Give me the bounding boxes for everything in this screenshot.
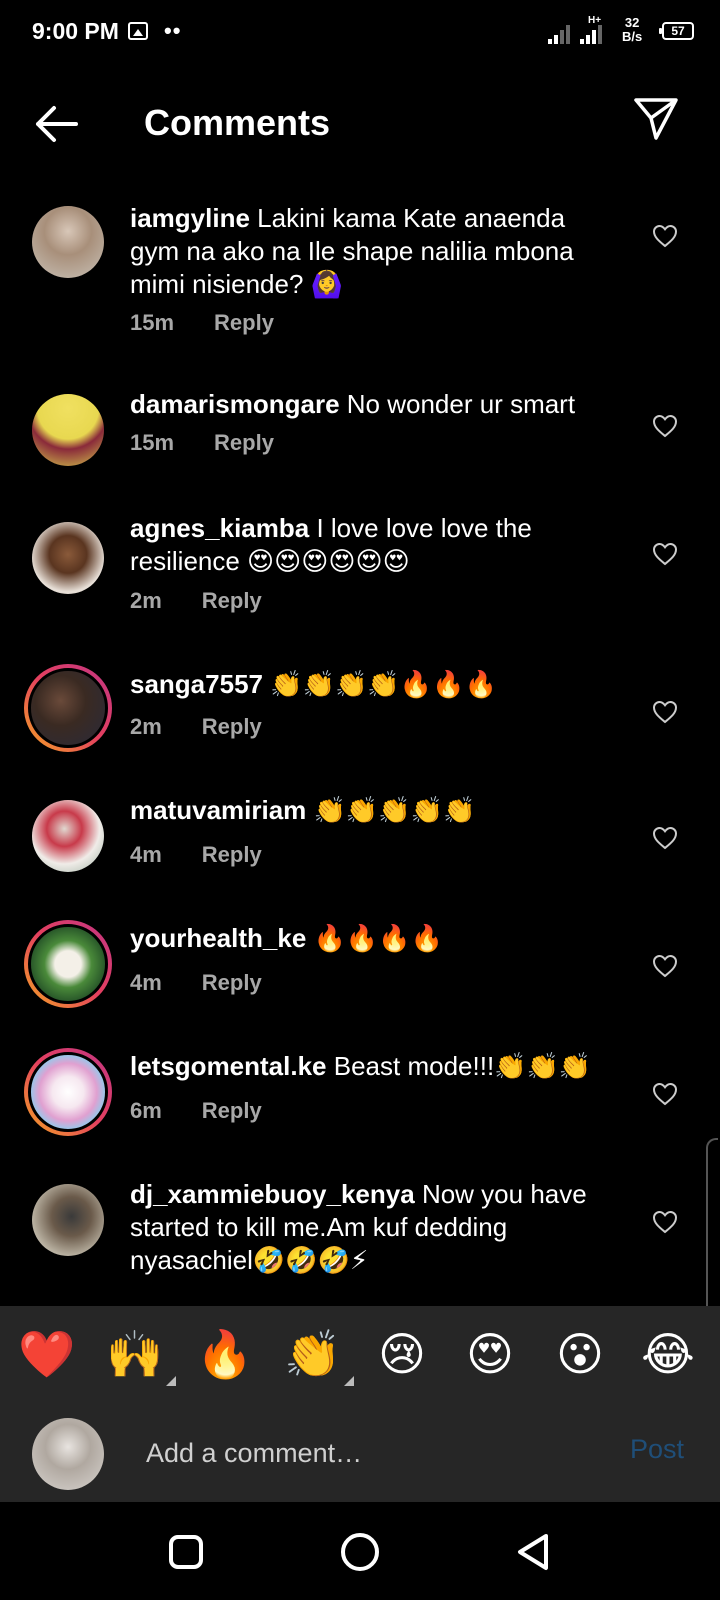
speed-value: 32 <box>624 15 640 30</box>
comment-body: yourhealth_ke 🔥🔥🔥🔥 <box>130 922 620 955</box>
notification-dots: •• <box>164 18 182 43</box>
reply-button[interactable]: Reply <box>214 430 274 455</box>
comment-body: iamgyline Lakini kama Kate anaenda gym n… <box>130 202 620 301</box>
comment-username[interactable]: damarismongare <box>130 389 340 419</box>
comment-meta: 2m Reply <box>130 588 262 614</box>
post-button[interactable]: Post <box>630 1434 684 1465</box>
current-user-avatar <box>32 1418 104 1490</box>
comment-text: 👏👏👏👏🔥🔥🔥 <box>270 669 497 699</box>
heart-icon[interactable] <box>652 954 678 978</box>
recent-apps-icon[interactable] <box>164 1530 208 1574</box>
reply-button[interactable]: Reply <box>202 842 262 867</box>
status-bar: 9:00 PM •• H+ 32 B/s 57 <box>0 0 720 64</box>
heart-icon[interactable] <box>652 1210 678 1234</box>
comment-username[interactable]: letsgomental.ke <box>130 1051 327 1081</box>
comment-time: 15m <box>130 310 175 335</box>
quick-reactions-bar: ❤️ 🙌 🔥 👏 😢 😍 😮 😂 <box>0 1306 720 1404</box>
page-title: Comments <box>144 102 331 143</box>
avatar[interactable] <box>32 522 104 594</box>
comment-username[interactable]: dj_xammiebuoy_kenya <box>130 1179 415 1209</box>
header: Comments <box>0 80 720 166</box>
comment-meta: 15m Reply <box>130 430 274 456</box>
reaction-heart[interactable]: ❤️ <box>18 1326 75 1382</box>
signal-icon <box>548 24 574 44</box>
reaction-laughing[interactable]: 😂 <box>640 1326 696 1382</box>
scrollbar[interactable] <box>706 1138 718 1322</box>
comment-composer: Post <box>0 1404 720 1502</box>
reply-button[interactable]: Reply <box>214 310 274 335</box>
comment-time: 15m <box>130 430 175 455</box>
avatar[interactable] <box>32 1184 104 1256</box>
reaction-fire[interactable]: 🔥 <box>196 1326 253 1382</box>
comment-time: 4m <box>130 970 162 995</box>
avatar <box>28 924 108 1004</box>
comment-meta: 6m Reply <box>130 1098 262 1124</box>
reaction-surprised[interactable]: 😮 <box>552 1326 608 1382</box>
reply-button[interactable]: Reply <box>202 714 262 739</box>
heart-icon[interactable] <box>652 224 678 248</box>
avatar <box>28 1052 108 1132</box>
back-triangle-icon[interactable] <box>512 1530 556 1574</box>
reply-button[interactable]: Reply <box>202 970 262 995</box>
comment-body: matuvamiriam 👏👏👏👏👏 <box>130 794 620 827</box>
comment-text: 👏👏👏👏👏 <box>313 795 476 825</box>
avatar[interactable] <box>32 206 104 278</box>
reaction-raised-hands[interactable]: 🙌 <box>106 1326 176 1386</box>
reaction-clap[interactable]: 👏 <box>284 1326 354 1386</box>
comment-text: No wonder ur smart <box>346 389 576 419</box>
comment-body: sanga7557 👏👏👏👏🔥🔥🔥 <box>130 668 620 701</box>
comment-time: 2m <box>130 714 162 739</box>
comment-input[interactable] <box>144 1432 598 1474</box>
reaction-heart-eyes[interactable]: 😍 <box>462 1326 518 1382</box>
network-speed: 32 B/s <box>622 16 642 44</box>
comment-body: damarismongare No wonder ur smart <box>130 388 620 421</box>
home-icon[interactable] <box>338 1530 382 1574</box>
heart-icon[interactable] <box>652 414 678 438</box>
gallery-icon <box>128 22 148 40</box>
avatar[interactable] <box>32 800 104 872</box>
reply-button[interactable]: Reply <box>202 588 262 613</box>
status-time: 9:00 PM <box>32 18 119 44</box>
comment-list[interactable]: iamgyline Lakini kama Kate anaenda gym n… <box>0 184 720 1304</box>
comment-body: agnes_kiamba I love love love the resili… <box>130 512 620 578</box>
comment-meta: 2m Reply <box>130 714 262 740</box>
heart-icon[interactable] <box>652 1082 678 1106</box>
avatar[interactable] <box>32 394 104 466</box>
signal-icon-2 <box>580 24 606 44</box>
reaction-crying[interactable]: 😢 <box>374 1326 430 1382</box>
battery-icon: 57 <box>659 22 694 40</box>
comment-meta: 4m Reply <box>130 970 262 996</box>
arrow-left-icon[interactable] <box>32 102 80 146</box>
avatar-story-ring[interactable] <box>24 664 112 752</box>
avatar-story-ring[interactable] <box>24 920 112 1008</box>
heart-icon[interactable] <box>652 826 678 850</box>
system-nav-bar <box>0 1502 720 1600</box>
comment-username[interactable]: agnes_kiamba <box>130 513 309 543</box>
comment-username[interactable]: matuvamiriam <box>130 795 306 825</box>
comment-meta: 4m Reply <box>130 842 262 868</box>
comment-body: letsgomental.ke Beast mode!!!👏👏👏 <box>130 1050 620 1083</box>
comment-username[interactable]: yourhealth_ke <box>130 923 306 953</box>
heart-icon[interactable] <box>652 542 678 566</box>
comment-time: 6m <box>130 1098 162 1123</box>
comment-username[interactable]: sanga7557 <box>130 669 263 699</box>
paper-plane-icon[interactable] <box>632 96 680 142</box>
comment-text: Beast mode!!!👏👏👏 <box>333 1051 592 1081</box>
avatar <box>28 668 108 748</box>
comment-body: dj_xammiebuoy_kenya Now you have started… <box>130 1178 620 1277</box>
heart-icon[interactable] <box>652 700 678 724</box>
speed-unit: B/s <box>622 29 643 44</box>
comment-meta: 15m Reply <box>130 310 274 336</box>
reply-button[interactable]: Reply <box>202 1098 262 1123</box>
comment-time: 2m <box>130 588 162 613</box>
comment-text: 🔥🔥🔥🔥 <box>313 923 444 953</box>
comment-username[interactable]: iamgyline <box>130 203 250 233</box>
comment-time: 4m <box>130 842 162 867</box>
avatar-story-ring[interactable] <box>24 1048 112 1136</box>
